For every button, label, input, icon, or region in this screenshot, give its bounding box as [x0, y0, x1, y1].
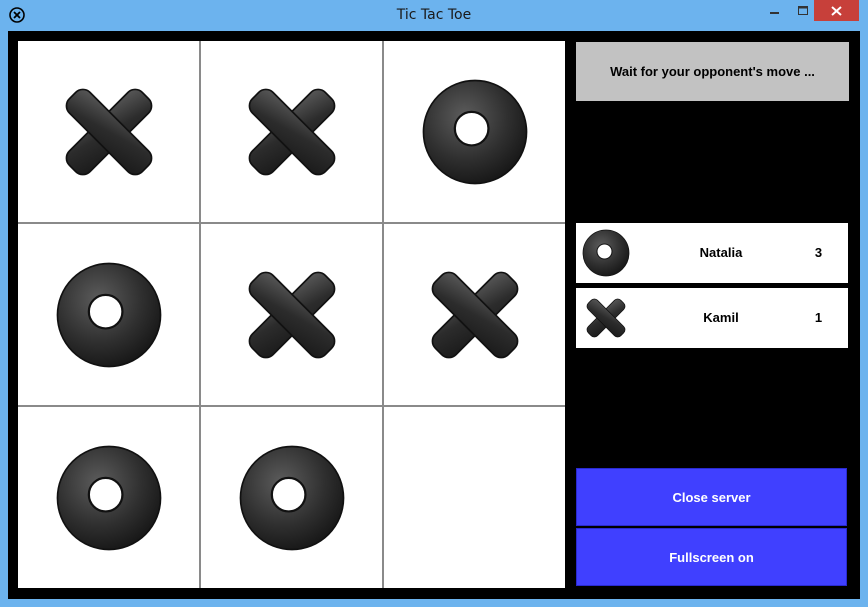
minimize-button[interactable] — [765, 0, 785, 21]
x-piece-icon — [65, 88, 152, 175]
close-server-button[interactable]: Close server — [576, 468, 847, 526]
player-score: 1 — [814, 310, 823, 325]
fullscreen-button[interactable]: Fullscreen on — [576, 528, 847, 586]
player-name: Natalia — [699, 245, 743, 260]
player-symbol-icon — [581, 293, 631, 343]
board-cell[interactable] — [201, 407, 382, 588]
window-title: Tic Tac Toe — [396, 7, 472, 23]
game-board — [18, 41, 565, 588]
minimize-icon — [770, 11, 779, 14]
o-piece-icon — [56, 445, 161, 550]
status-message: Wait for your opponent's move ... — [576, 42, 849, 101]
board-cell[interactable] — [18, 41, 199, 222]
player-name: Kamil — [703, 310, 739, 325]
maximize-button[interactable] — [793, 0, 813, 21]
player-symbol-icon — [581, 228, 631, 278]
board-cell[interactable] — [201, 41, 382, 222]
maximize-icon — [797, 5, 808, 15]
player-row-1: Natalia 3 — [576, 223, 848, 283]
board-cell[interactable] — [384, 407, 565, 588]
board-cell[interactable] — [18, 407, 199, 588]
board-cell[interactable] — [201, 224, 382, 405]
x-piece-icon — [431, 271, 518, 358]
x-piece-icon — [248, 88, 335, 175]
x-piece-icon — [248, 271, 335, 358]
player-row-2: Kamil 1 — [576, 288, 848, 348]
game-area: Wait for your opponent's move ... Natali… — [8, 31, 860, 599]
board-cell[interactable] — [384, 224, 565, 405]
o-piece-icon — [56, 262, 161, 367]
o-piece-icon — [239, 445, 344, 550]
board-cell[interactable] — [384, 41, 565, 222]
app-window: Tic Tac Toe Wait for your opponent's mov… — [0, 0, 868, 607]
player-score: 3 — [814, 245, 823, 260]
title-bar[interactable]: Tic Tac Toe — [0, 0, 868, 31]
o-piece-icon — [422, 79, 527, 184]
x-piece-icon — [586, 298, 626, 338]
close-window-button[interactable] — [814, 0, 859, 21]
board-cell[interactable] — [18, 224, 199, 405]
close-icon — [831, 5, 842, 16]
o-piece-icon — [582, 229, 630, 277]
